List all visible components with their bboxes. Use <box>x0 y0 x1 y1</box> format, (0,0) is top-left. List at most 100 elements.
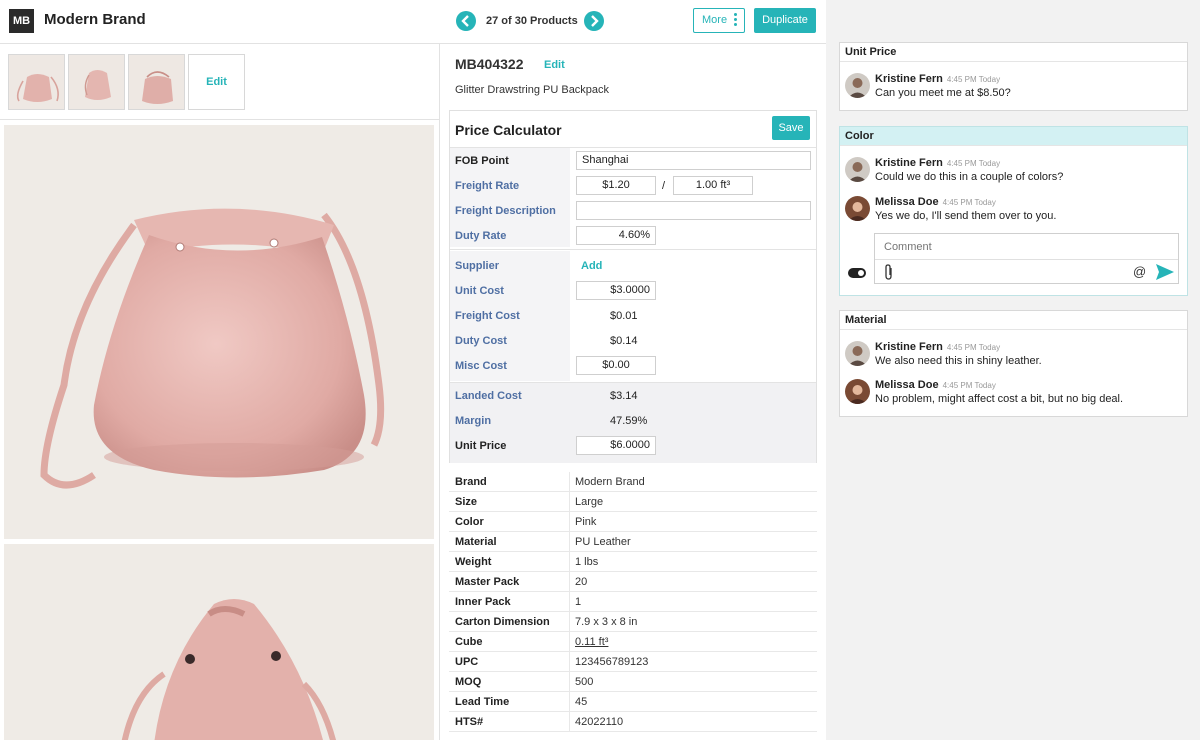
spec-value[interactable]: Pink <box>575 516 596 528</box>
spec-value[interactable]: 42022110 <box>575 716 623 728</box>
duty-rate-input[interactable]: 4.60% <box>576 226 656 245</box>
spec-value[interactable]: 123456789123 <box>575 656 648 668</box>
landed-cost-value: $3.14 <box>610 390 638 402</box>
comment-time: 4:45 PM Today <box>942 381 996 390</box>
misc-cost-row: Misc Cost $0.00 <box>450 354 816 379</box>
spec-label: UPC <box>455 656 479 668</box>
spec-label: Lead Time <box>455 696 510 708</box>
fob-point-row: FOB Point Shanghai <box>450 149 816 174</box>
spec-value[interactable]: 1 <box>575 596 581 608</box>
freight-cost-row: Freight Cost $0.01 <box>450 304 816 329</box>
comment-text: No problem, might affect cost a bit, but… <box>875 393 1124 405</box>
freight-cost-label: Freight Cost <box>455 310 520 322</box>
comment-message: Melissa Doe 4:45 PM Today Yes we do, I'll… <box>845 196 1183 230</box>
freight-rate-input[interactable]: $1.20 <box>576 176 656 195</box>
bag-thumbnail-image <box>69 55 124 109</box>
at-icon[interactable]: @ <box>1133 264 1146 279</box>
table-row: Color Pink <box>449 512 817 532</box>
product-sku: MB404322 <box>455 56 524 72</box>
column-divider <box>569 612 570 632</box>
spec-value[interactable]: 0.11 ft³ <box>575 636 608 648</box>
price-calculator-panel: Price Calculator Save FOB Point Shanghai… <box>449 110 817 463</box>
previous-product-button[interactable] <box>456 11 476 31</box>
unit-price-row: Unit Price $6.0000 <box>450 434 816 459</box>
save-button[interactable]: Save <box>772 116 810 140</box>
spec-value[interactable]: 20 <box>575 576 587 588</box>
avatar <box>845 196 870 221</box>
table-row: Material PU Leather <box>449 532 817 552</box>
column-divider <box>569 592 570 612</box>
spec-value[interactable]: PU Leather <box>575 536 631 548</box>
price-calculator-title: Price Calculator <box>455 122 562 138</box>
table-row: Size Large <box>449 492 817 512</box>
spec-label: MOQ <box>455 676 482 688</box>
misc-cost-input[interactable]: $0.00 <box>576 356 656 375</box>
send-icon[interactable] <box>1155 263 1175 281</box>
comment-thread-unit-price[interactable]: Unit Price Kristine Fern 4:45 PM Today Ca… <box>839 42 1188 111</box>
avatar <box>845 73 870 98</box>
comment-message: Melissa Doe 4:45 PM Today No problem, mig… <box>845 379 1183 413</box>
unit-price-input[interactable]: $6.0000 <box>576 436 656 455</box>
duty-rate-row: Duty Rate 4.60% <box>450 224 816 249</box>
spec-value[interactable]: 7.9 x 3 x 8 in <box>575 616 637 628</box>
avatar <box>845 341 870 366</box>
duplicate-button[interactable]: Duplicate <box>754 8 816 33</box>
spec-value[interactable]: Modern Brand <box>575 476 645 488</box>
freight-rate-unit-input[interactable]: 1.00 ft³ <box>673 176 753 195</box>
unit-price-label: Unit Price <box>455 440 507 452</box>
duty-cost-row: Duty Cost $0.14 <box>450 329 816 354</box>
comment-toggle[interactable] <box>848 268 866 278</box>
table-row: Inner Pack 1 <box>449 592 817 612</box>
table-row: Master Pack 20 <box>449 572 817 592</box>
spec-value[interactable]: 45 <box>575 696 587 708</box>
add-supplier-link[interactable]: Add <box>581 260 602 272</box>
comment-text: Yes we do, I'll send them over to you. <box>875 210 1057 222</box>
spec-value[interactable]: 1 lbs <box>575 556 598 568</box>
table-row: Brand Modern Brand <box>449 472 817 492</box>
thumbnail-2[interactable] <box>68 54 125 110</box>
comment-author: Kristine Fern <box>875 73 943 85</box>
gallery-edit-button[interactable]: Edit <box>188 54 245 110</box>
sku-edit-link[interactable]: Edit <box>544 59 565 71</box>
table-row: Carton Dimension 7.9 x 3 x 8 in <box>449 612 817 632</box>
column-divider <box>569 492 570 512</box>
spec-label: Cube <box>455 636 483 648</box>
comment-author: Melissa Doe <box>875 196 939 208</box>
brand-title: Modern Brand <box>44 11 146 28</box>
misc-cost-label: Misc Cost <box>455 360 507 372</box>
comment-author: Kristine Fern <box>875 157 943 169</box>
comment-time: 4:45 PM Today <box>946 159 1001 168</box>
column-divider <box>569 572 570 592</box>
spec-label: HTS# <box>455 716 484 728</box>
more-button[interactable]: More <box>693 8 745 33</box>
fob-point-input[interactable]: Shanghai <box>576 151 811 170</box>
spec-value[interactable]: Large <box>575 496 603 508</box>
spec-label: Inner Pack <box>455 596 511 608</box>
margin-row: Margin 47.59% <box>450 409 816 434</box>
chevron-left-icon <box>461 15 469 27</box>
chevron-right-icon <box>591 15 599 27</box>
duty-cost-label: Duty Cost <box>455 335 507 347</box>
next-product-button[interactable] <box>584 11 604 31</box>
margin-value: 47.59% <box>610 415 648 427</box>
freight-description-input[interactable] <box>576 201 811 220</box>
unit-cost-label: Unit Cost <box>455 285 504 297</box>
thumbnail-3[interactable] <box>128 54 185 110</box>
column-divider <box>569 512 570 532</box>
avatar <box>845 379 870 404</box>
freight-rate-row: Freight Rate $1.20 / 1.00 ft³ <box>450 174 816 199</box>
comment-thread-material[interactable]: Material Kristine Fern 4:45 PM Today We a… <box>839 310 1188 417</box>
table-row: Lead Time 45 <box>449 692 817 712</box>
table-row: MOQ 500 <box>449 672 817 692</box>
comment-thread-color[interactable]: Color Kristine Fern 4:45 PM Today Could w… <box>839 126 1188 296</box>
spec-label: Size <box>455 496 478 508</box>
paperclip-icon[interactable] <box>883 264 895 281</box>
spec-value[interactable]: 500 <box>575 676 593 688</box>
unit-cost-input[interactable]: $3.0000 <box>576 281 656 300</box>
thumbnail-1[interactable] <box>8 54 65 110</box>
thread-title: Unit Price <box>840 43 1187 62</box>
comment-message: Kristine Fern 4:45 PM Today Can you meet … <box>845 73 1183 107</box>
column-divider <box>569 632 570 652</box>
comment-input[interactable] <box>875 234 1178 260</box>
landed-cost-label: Landed Cost <box>455 390 522 402</box>
